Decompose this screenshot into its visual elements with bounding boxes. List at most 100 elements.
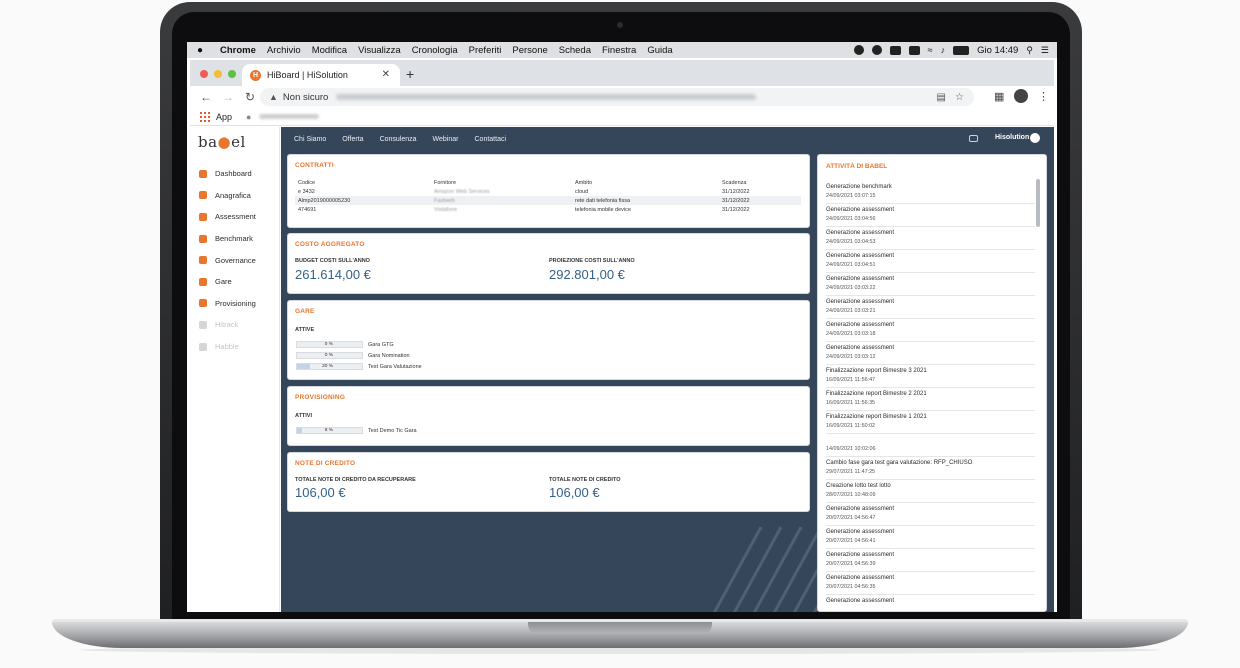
table-row[interactable]: 474691 Vodafone telefonia mobile device … — [295, 205, 801, 214]
babel-logo[interactable]: ba●el — [198, 133, 246, 151]
control-center-icon[interactable]: ☰ — [1041, 45, 1049, 56]
gara-label[interactable]: Test Gara Valutazione — [368, 364, 422, 370]
activity-text: Generazione assessment — [826, 345, 895, 351]
provisioning-title: PROVISIONING — [295, 394, 346, 401]
list-item[interactable]: Generazione assessment 24/09/2021 03:03:1… — [826, 319, 1035, 342]
chrome-menu-icon[interactable]: ⋮ — [1038, 90, 1049, 103]
gauge-icon — [199, 234, 207, 243]
sidebar-item-provisioning[interactable]: Provisioning — [190, 293, 280, 315]
activity-text: Finalizzazione report Bimestre 2 2021 — [826, 391, 927, 397]
list-item[interactable]: Generazione assessment 24/09/2021 03:04:5… — [826, 250, 1035, 273]
menu-cronologia[interactable]: Cronologia — [412, 45, 458, 56]
back-arrow-icon[interactable]: ← — [200, 90, 212, 104]
nav-chi-siamo[interactable]: Chi Siamo — [294, 136, 326, 143]
main-content: Chi Siamo Offerta Consulenza Webinar Con… — [281, 127, 1054, 612]
bookmark-apps[interactable]: App — [216, 112, 232, 122]
close-tab-icon[interactable]: ✕ — [382, 69, 390, 80]
sidebar-item-anagrafica[interactable]: Anagrafica — [190, 185, 280, 207]
star-icon[interactable]: ☆ — [955, 92, 964, 103]
search-icon[interactable]: ⚲ — [1026, 45, 1033, 56]
display-icon[interactable] — [908, 45, 920, 55]
gara-label[interactable]: Gara GTG — [368, 342, 394, 348]
close-window-button[interactable] — [200, 70, 208, 78]
table-row[interactable]: Almp2019000005230 Fastweb rete dati tele… — [295, 196, 801, 205]
list-item[interactable]: Generazione assessment 24/09/2021 03:04:5… — [826, 204, 1035, 227]
list-item[interactable]: 14/09/2021 10:02:06 — [826, 434, 1035, 457]
menu-app-chrome[interactable]: Chrome — [220, 45, 256, 56]
volume-icon[interactable]: ♪ — [941, 45, 946, 55]
reload-icon[interactable]: ↻ — [244, 90, 256, 104]
screen: ● Chrome Archivio Modifica Visualizza Cr… — [187, 42, 1057, 612]
nav-consulenza[interactable]: Consulenza — [380, 136, 417, 143]
list-item[interactable]: Generazione assessment 20/07/2021 04:56:3… — [826, 549, 1035, 572]
security-label: Non sicuro — [282, 91, 329, 103]
profile-avatar-icon[interactable] — [1014, 89, 1028, 103]
laptop-notch — [528, 622, 712, 634]
zoom-window-button[interactable] — [228, 70, 236, 78]
activity-date: 24/09/2021 03:03:22 — [826, 285, 876, 291]
translate-icon[interactable]: ▤ — [937, 92, 946, 103]
wifi-icon[interactable]: ≈ — [928, 45, 933, 55]
apps-grid-icon[interactable] — [200, 111, 210, 122]
window-icon[interactable] — [889, 45, 901, 55]
browser-tab-active[interactable]: H HiBoard | HiSolution ✕ — [242, 64, 400, 86]
list-item[interactable]: Generazione assessment 20/07/2021 04:56:4… — [826, 526, 1035, 549]
sidebar-item-assessment[interactable]: Assessment — [190, 206, 280, 228]
status-extra-icon[interactable] — [853, 45, 864, 55]
new-tab-icon[interactable]: + — [406, 66, 414, 82]
battery-icon[interactable] — [953, 45, 970, 55]
list-item[interactable]: Generazione assessment 24/09/2021 03:03:1… — [826, 342, 1035, 365]
minimize-window-button[interactable] — [214, 70, 222, 78]
gara-label[interactable]: Gara Nomination — [368, 353, 410, 359]
list-item[interactable]: Generazione assessment 24/09/2021 03:03:2… — [826, 273, 1035, 296]
list-item[interactable]: Generazione benchmark 24/09/2021 03:07:15 — [826, 181, 1035, 204]
trophy-icon — [199, 277, 207, 286]
menu-persone[interactable]: Persone — [512, 45, 547, 56]
menu-archivio[interactable]: Archivio — [267, 45, 301, 56]
activity-date: 16/09/2021 11:56:35 — [826, 400, 876, 406]
apple-icon[interactable]: ● — [197, 45, 211, 56]
list-item[interactable]: Cambio fase gara test gara valutazione: … — [826, 457, 1035, 480]
menu-visualizza[interactable]: Visualizza — [358, 45, 401, 56]
list-item[interactable]: Creazione lotto test lotto 28/07/2021 10:… — [826, 480, 1035, 503]
list-item[interactable]: Generazione assessment 20/07/2021 04:56:3… — [826, 572, 1035, 595]
menu-modifica[interactable]: Modifica — [312, 45, 347, 56]
table-row[interactable]: e 3432 Amazon Web Services cloud 31/12/2… — [295, 187, 801, 196]
list-item[interactable]: Generazione assessment 20/07/2021 04:56:4… — [826, 503, 1035, 526]
sidebar-item-governance[interactable]: Governance — [190, 249, 280, 271]
activity-scrollbar[interactable] — [1036, 179, 1040, 227]
gara-progress-bar: 0 % — [296, 341, 363, 348]
list-item[interactable]: Finalizzazione report Bimestre 1 2021 16/… — [826, 411, 1035, 434]
provisioning-label[interactable]: Test Demo Tic Gara — [368, 428, 417, 434]
extensions-puzzle-icon[interactable]: ▦ — [994, 90, 1004, 103]
menu-finestra[interactable]: Finestra — [602, 45, 636, 56]
menu-scheda[interactable]: Scheda — [559, 45, 591, 56]
sidebar-item-gare[interactable]: Gare — [190, 271, 280, 293]
address-bar[interactable]: ▲ Non sicuro ☆ ▤ — [260, 88, 974, 106]
warning-triangle-icon[interactable]: ▲ — [269, 92, 278, 102]
bookmark-pin-icon[interactable]: ● — [246, 112, 251, 122]
list-item[interactable]: Generazione assessment 24/09/2021 03:04:5… — [826, 227, 1035, 250]
dashboard-icon — [199, 169, 207, 178]
activity-date: 29/07/2021 11:47:25 — [826, 469, 876, 475]
sidebar-item-dashboard[interactable]: Dashboard — [190, 163, 280, 185]
nav-contattaci[interactable]: Contattaci — [475, 136, 507, 143]
list-item[interactable]: Generazione assessment 24/09/2021 03:03:2… — [826, 296, 1035, 319]
shield-icon[interactable] — [871, 45, 882, 55]
user-avatar-icon[interactable] — [1030, 133, 1040, 143]
sidebar-item-benchmark[interactable]: Benchmark — [190, 228, 280, 250]
activity-text: Generazione assessment — [826, 276, 895, 282]
nav-webinar[interactable]: Webinar — [433, 136, 459, 143]
menubar-clock[interactable]: Gio 14:49 — [977, 45, 1018, 56]
list-item[interactable]: Finalizzazione report Bimestre 2 2021 16/… — [826, 388, 1035, 411]
user-name[interactable]: Hisolution — [995, 134, 1029, 141]
chat-icon[interactable] — [969, 135, 978, 142]
list-item[interactable]: Generazione assessment — [826, 595, 1035, 611]
menu-preferiti[interactable]: Preferiti — [469, 45, 502, 56]
menu-guida[interactable]: Guida — [647, 45, 672, 56]
nav-offerta[interactable]: Offerta — [342, 136, 363, 143]
activity-date: 24/09/2021 03:04:53 — [826, 239, 876, 245]
bookmark-blurred[interactable] — [259, 114, 320, 119]
list-item[interactable]: Finalizzazione report Bimestre 3 2021 16/… — [826, 365, 1035, 388]
forward-arrow-icon[interactable]: → — [222, 90, 234, 104]
